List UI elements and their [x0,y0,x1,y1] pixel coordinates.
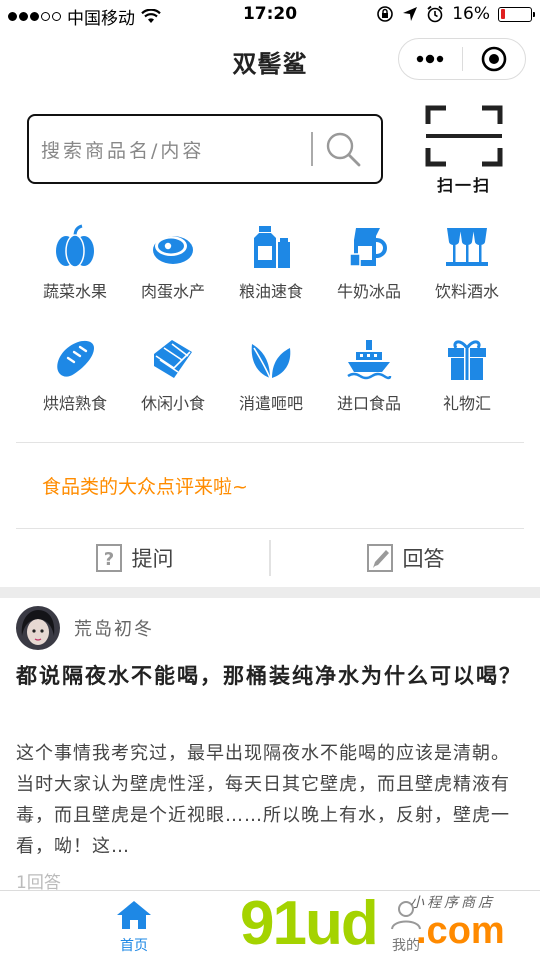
target-circle-icon [481,46,507,72]
post-title[interactable]: 都说隔夜水不能喝，那桶装纯净水为什么可以喝？ [16,660,524,693]
section-gap [0,587,540,598]
category-label: 礼物汇 [442,394,491,413]
ask-button[interactable]: ? 提问 [0,530,269,586]
orientation-lock-icon [377,6,394,22]
tab-home-label: 首页 [120,938,148,954]
battery-fill [500,9,506,19]
answer-label: 回答 [402,547,445,571]
category-label: 粮油速食 [238,282,303,301]
chocolate-icon [154,340,192,378]
search-icon[interactable] [323,129,363,169]
category-drinks-wine[interactable]: 饮料酒水 [418,220,516,310]
category-label: 烘焙熟食 [42,394,107,413]
category-gifts[interactable]: 礼物汇 [418,332,516,422]
home-icon [117,901,151,929]
divider [16,528,524,529]
category-label: 蔬菜水果 [42,282,107,301]
mini-program-capsule [398,38,526,80]
category-grid: 蔬菜水果 肉蛋水产 粮油速食 牛奶冰品 饮料酒水 烘焙熟食 休闲小食 消遣咂吧 … [26,220,516,422]
ship-icon [347,340,392,380]
category-grain-oil[interactable]: 粮油速食 [222,220,320,310]
answer-button[interactable]: 回答 [271,530,540,586]
avatar[interactable] [16,606,60,650]
watermark-script: 小程序商店 [410,895,495,911]
category-label: 饮料酒水 [434,282,499,301]
scan-icon [425,105,503,167]
status-bar: 中国移动 17:20 16% [0,0,540,30]
divider [16,442,524,443]
watermark-logo: 91ud 小程序商店 .com [240,888,540,960]
question-icon: ? [95,544,122,572]
gift-icon [448,340,486,380]
category-milk-frozen[interactable]: 牛奶冰品 [320,220,418,310]
qa-actions: ? 提问 回答 [0,530,540,586]
battery-icon [498,6,535,22]
more-dots-icon [417,54,444,64]
category-snacks[interactable]: 休闲小食 [124,332,222,422]
category-bakery-deli[interactable]: 烘焙熟食 [26,332,124,422]
pen-icon [366,544,393,572]
scan-label: 扫一扫 [436,176,491,195]
category-label: 休闲小食 [140,394,205,413]
watermark-main: 91ud [240,889,379,958]
category-label: 消遣咂吧 [238,394,303,413]
leaf-icon [251,344,291,379]
username[interactable]: 荒岛初冬 [74,615,154,641]
post-author[interactable]: 荒岛初冬 [16,606,154,650]
milk-jug-icon [349,228,387,267]
search-placeholder: 搜索商品名/内容 [41,139,205,162]
nav-bar: 双髻鲨 [0,30,540,90]
close-program-button[interactable] [463,39,526,79]
promo-banner[interactable]: 食品类的大众点评来啦~ [42,472,248,499]
post-excerpt[interactable]: 这个事情我考究过，最早出现隔夜水不能喝的应该是清朝。当时大家认为壁虎性淫，每天日… [16,738,524,862]
wine-glass-icon [446,228,488,266]
bread-icon [57,340,94,377]
pumpkin-icon [56,224,94,268]
category-meat-eggs-seafood[interactable]: 肉蛋水产 [124,220,222,310]
category-imported[interactable]: 进口食品 [320,332,418,422]
tab-home[interactable]: 首页 [94,899,174,955]
category-fruits-vegetables[interactable]: 蔬菜水果 [26,220,124,310]
category-label: 肉蛋水产 [140,282,205,301]
ask-label: 提问 [131,547,174,571]
category-label: 牛奶冰品 [336,282,401,301]
watermark-com: .com [416,910,505,952]
scan-button[interactable]: 扫一扫 [424,104,504,195]
oil-bottle-icon [254,226,290,268]
search-input[interactable]: 搜索商品名/内容 [27,114,383,184]
more-button[interactable] [399,39,462,79]
category-label: 进口食品 [336,394,401,413]
svg-text:?: ? [103,549,113,570]
alarm-icon [427,5,443,23]
location-icon [403,7,418,21]
meat-icon [153,236,193,264]
status-right: 16% [376,4,535,24]
category-leisure[interactable]: 消遣咂吧 [222,332,320,422]
battery-percent: 16% [452,4,490,24]
